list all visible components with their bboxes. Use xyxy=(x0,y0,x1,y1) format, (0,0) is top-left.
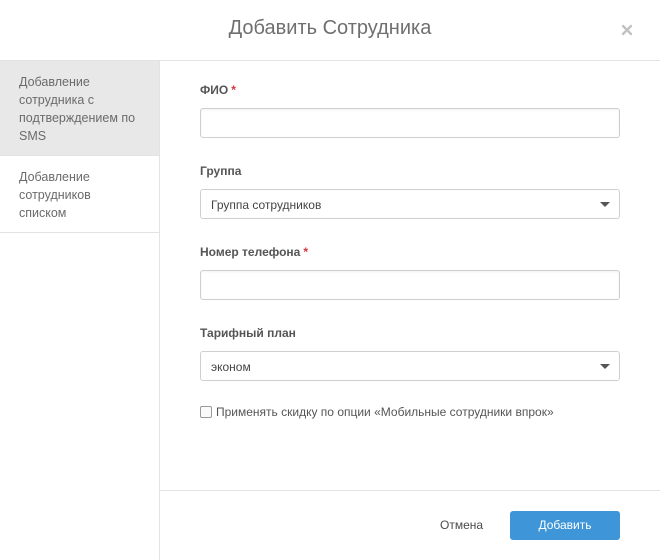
dialog-header: Добавить Сотрудника xyxy=(0,0,660,61)
phone-label-text: Номер телефона xyxy=(200,245,301,259)
fio-input[interactable] xyxy=(200,108,620,138)
phone-label: Номер телефона * xyxy=(200,245,308,259)
discount-checkbox[interactable] xyxy=(200,406,212,418)
tariff-label: Тарифный план xyxy=(200,326,296,340)
cancel-button[interactable]: Отмена xyxy=(440,518,483,532)
add-employee-dialog: Добавить Сотрудника Добавление сотрудник… xyxy=(0,0,660,560)
sidebar-item-label: Добавление сотрудников списком xyxy=(19,170,91,220)
group-label: Группа xyxy=(200,164,242,178)
sidebar-item-sms-confirmation[interactable]: Добавление сотрудника с подтверждением п… xyxy=(0,61,159,156)
tariff-select[interactable]: эконом xyxy=(200,351,620,381)
phone-input[interactable] xyxy=(200,270,620,300)
group-select[interactable]: Группа сотрудников xyxy=(200,189,620,219)
sidebar-item-label: Добавление сотрудника с подтверждением п… xyxy=(19,75,136,143)
dialog-title: Добавить Сотрудника xyxy=(228,17,432,39)
tariff-select-value: эконом xyxy=(211,360,251,374)
chevron-down-icon xyxy=(600,364,610,369)
form-panel: ФИО * Группа Группа сотрудников Номер тел… xyxy=(160,61,660,491)
discount-checkbox-label[interactable]: Применять скидку по опции «Мобильные сот… xyxy=(216,405,554,419)
close-icon[interactable] xyxy=(619,22,635,38)
fio-label: ФИО * xyxy=(200,83,236,97)
fio-label-text: ФИО xyxy=(200,83,229,97)
add-button[interactable]: Добавить xyxy=(510,511,620,540)
group-select-value: Группа сотрудников xyxy=(211,198,322,212)
sidebar-item-list-import[interactable]: Добавление сотрудников списком xyxy=(0,156,159,233)
dialog-footer: Отмена Добавить xyxy=(160,490,660,560)
sidebar: Добавление сотрудника с подтверждением п… xyxy=(0,61,160,560)
chevron-down-icon xyxy=(600,202,610,207)
discount-option[interactable]: Применять скидку по опции «Мобильные сот… xyxy=(200,404,554,420)
required-mark: * xyxy=(303,245,309,259)
required-mark: * xyxy=(231,83,236,97)
